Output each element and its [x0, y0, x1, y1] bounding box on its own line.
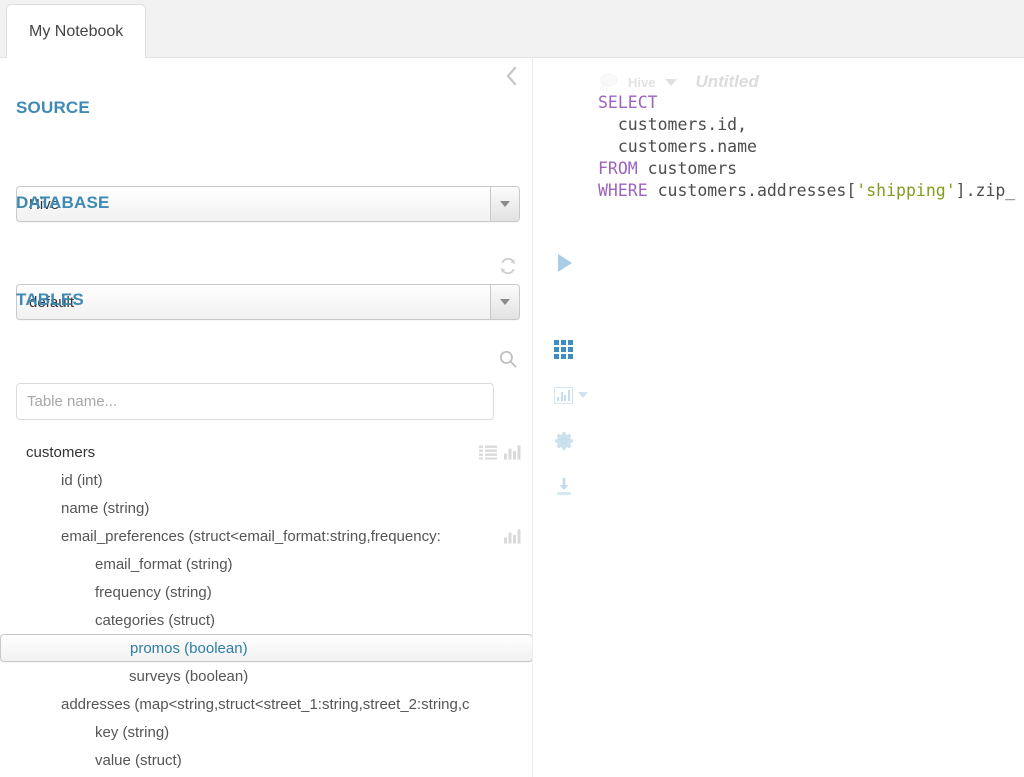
bar-chart-icon[interactable] [504, 445, 521, 460]
app-root: My Notebook SOURCE Hive DATABASE default… [0, 0, 1024, 777]
tab-bar: My Notebook [0, 0, 1024, 58]
tree-node-label: key (string) [95, 723, 170, 741]
chevron-left-icon[interactable] [500, 64, 522, 88]
assist-panel: SOURCE Hive DATABASE default TABLES Tabl… [0, 58, 533, 777]
gear-icon[interactable] [554, 418, 586, 464]
sql-token: customers.addresses[ [647, 181, 857, 200]
sql-token: SELECT [598, 93, 658, 112]
tree-node-label: promos (boolean) [130, 639, 248, 657]
sql-line: WHERE customers.addresses['shipping'].zi… [598, 180, 1024, 202]
sql-line: SELECT [598, 92, 1024, 114]
chevron-down-icon[interactable] [490, 187, 519, 221]
tree-node-label: frequency (string) [95, 583, 212, 601]
tab-my-notebook[interactable]: My Notebook [6, 4, 147, 58]
snippet-header: Hive Untitled [598, 72, 759, 92]
tree-node[interactable]: promos (boolean) [0, 634, 532, 662]
engine-name: Hive [628, 74, 656, 90]
editor-results-panel: Hive Untitled SELECT customers.id, custo… [534, 58, 1024, 777]
tree-node-label: surveys (boolean) [129, 667, 249, 685]
tree-node[interactable]: name (string) [0, 494, 532, 522]
play-icon[interactable] [558, 254, 572, 272]
tree-node[interactable]: key (string) [0, 718, 532, 746]
tree-node-label: categories (struct) [95, 611, 216, 629]
database-select[interactable]: default [16, 284, 520, 320]
download-icon[interactable] [554, 464, 586, 510]
hive-logo-icon [598, 72, 622, 92]
table-tree: customers id (int) name (string) email_pref… [0, 438, 532, 777]
tree-node-label: addresses (map<string,struct<street_1:st… [61, 695, 470, 713]
refresh-icon[interactable] [498, 256, 518, 276]
tree-node[interactable]: email_preferences (struct<email_format:s… [0, 522, 532, 550]
tree-node[interactable]: customers [0, 438, 532, 466]
sql-token: customers.id, [598, 115, 748, 134]
sql-line: FROM customers [598, 158, 1024, 180]
sql-editor[interactable]: SELECT customers.id, customers.name FROM … [598, 92, 1024, 202]
sql-token: customers [637, 159, 738, 178]
chevron-down-icon[interactable] [665, 78, 678, 86]
tree-node[interactable]: id (int) [0, 466, 532, 494]
chevron-down-icon[interactable] [490, 285, 519, 319]
sql-token: ].zip_ [955, 181, 1016, 200]
bar-chart-icon[interactable] [504, 529, 521, 544]
tree-node[interactable]: surveys (boolean) [0, 662, 532, 690]
tree-node[interactable]: categories (struct) [0, 606, 532, 634]
sql-token: 'shipping' [856, 181, 956, 200]
tree-node-actions [504, 529, 521, 544]
tree-node-label: customers [26, 443, 96, 461]
tree-node-label: value (struct) [95, 751, 182, 769]
database-heading: DATABASE [16, 193, 110, 212]
snippet-title: Untitled [695, 72, 759, 91]
result-toolbar [554, 326, 588, 510]
sql-token: FROM [598, 159, 638, 178]
tree-node-label: email_preferences (struct<email_format:s… [61, 527, 441, 545]
tree-node-label: name (string) [61, 499, 150, 517]
search-icon[interactable] [498, 349, 518, 369]
grid-view-icon[interactable] [554, 326, 586, 372]
tree-node-label: id (int) [61, 471, 103, 489]
tree-node[interactable]: value (struct) [0, 746, 532, 774]
list-icon[interactable] [479, 445, 497, 459]
tree-node[interactable]: frequency (string) [0, 578, 532, 606]
tab-label: My Notebook [29, 22, 124, 40]
tree-node-actions [479, 445, 521, 460]
tree-node[interactable]: email_format (string) [0, 550, 532, 578]
chevron-down-icon[interactable] [578, 392, 588, 398]
chart-view-icon[interactable] [554, 372, 588, 418]
source-heading: SOURCE [16, 98, 90, 117]
tables-heading: TABLES [16, 290, 84, 309]
sql-token: WHERE [598, 181, 648, 200]
sql-line: customers.name [598, 136, 1024, 158]
database-select-wrap: default [16, 284, 520, 320]
tree-node[interactable]: addresses (map<string,struct<street_1:st… [0, 690, 532, 718]
sql-token: customers.name [598, 137, 757, 156]
sql-line: customers.id, [598, 114, 1024, 136]
table-filter-input[interactable] [16, 383, 494, 420]
tree-node-label: email_format (string) [95, 555, 233, 573]
